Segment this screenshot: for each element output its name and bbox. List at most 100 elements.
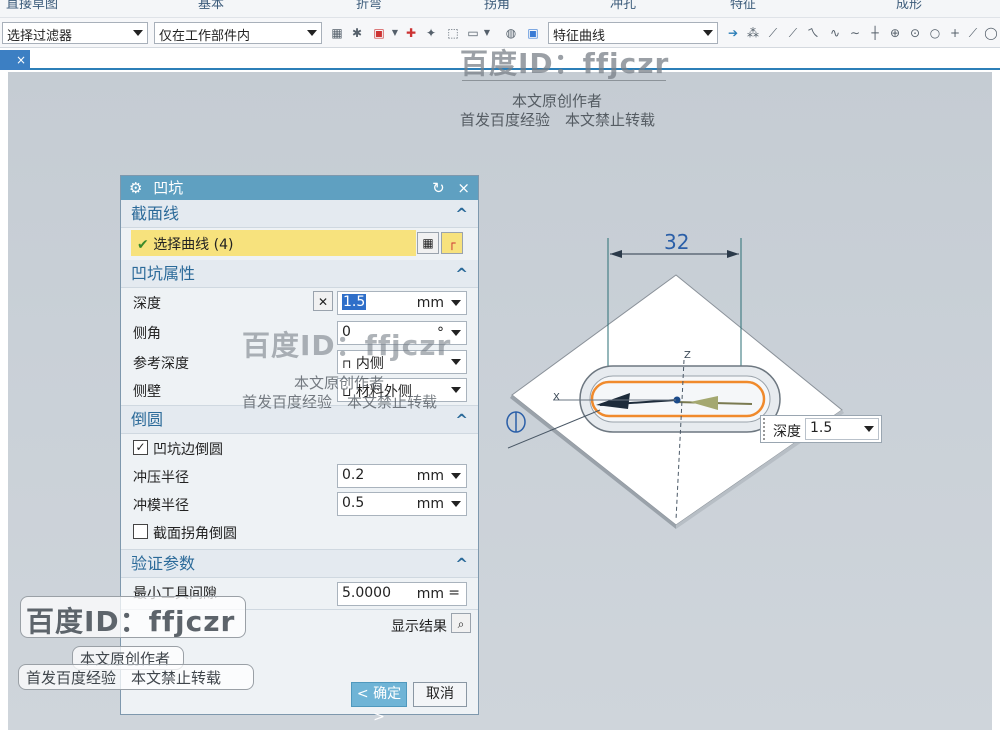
- select-region-icon[interactable]: ⬚: [446, 26, 460, 40]
- min-clearance-unit: mm: [416, 586, 444, 602]
- ribbon-tab-punch[interactable]: 冲孔: [610, 0, 636, 12]
- chevron-down-icon: [307, 30, 317, 36]
- dialog-title: 凹坑: [153, 179, 184, 197]
- show-result-label: 显示结果: [391, 619, 447, 635]
- dialog-title-bar[interactable]: ⚙ 凹坑 ↻ ×: [121, 176, 478, 200]
- spline-icon[interactable]: ∿: [828, 26, 842, 40]
- collapse-icon[interactable]: ^: [455, 200, 468, 228]
- view-cube-icon[interactable]: ◍: [504, 26, 518, 40]
- curve-select-button[interactable]: ┌: [441, 232, 463, 254]
- ok-button[interactable]: < 确定 >: [351, 682, 407, 725]
- ribbon-tab-bend[interactable]: 折弯: [356, 0, 382, 12]
- depth-input[interactable]: 1.5 mm: [337, 291, 467, 315]
- ribbon-tab-forming[interactable]: 成形: [896, 0, 922, 12]
- midpoint-icon[interactable]: ⊕: [888, 26, 902, 40]
- die-radius-unit: mm: [416, 496, 444, 512]
- collapse-icon[interactable]: ^: [455, 406, 468, 434]
- die-radius-input[interactable]: 0.5 mm: [337, 492, 467, 516]
- depth-row: 深度 ✕ 1.5 mm: [121, 288, 478, 318]
- onscreen-depth-field[interactable]: 1.5: [805, 418, 879, 440]
- corner-round-checkbox[interactable]: [133, 524, 148, 539]
- watermark-author: 本文原创作者: [512, 92, 603, 110]
- ribbon-tab-strip: 直接草图 基本 折弯 拐角 冲孔 特征 成形: [0, 0, 1000, 18]
- depth-value: 1.5: [342, 294, 367, 310]
- ribbon-tab-corner[interactable]: 拐角: [484, 0, 510, 12]
- circle-icon[interactable]: ◯: [984, 26, 998, 40]
- close-icon[interactable]: ×: [16, 53, 26, 67]
- ribbon-tab-feature[interactable]: 特征: [730, 0, 756, 12]
- chevron-down-icon[interactable]: [451, 387, 461, 393]
- chevron-down-icon[interactable]: [451, 359, 461, 365]
- punch-radius-input[interactable]: 0.2 mm: [337, 464, 467, 488]
- sketch-icon: ▦: [422, 236, 434, 250]
- show-result-button[interactable]: ⌕: [451, 613, 471, 633]
- onscreen-depth-value: 1.5: [810, 420, 833, 436]
- close-icon[interactable]: ×: [457, 179, 470, 197]
- select-type-icon[interactable]: ▦: [330, 26, 344, 40]
- snap-point-icon[interactable]: ✚: [404, 26, 418, 40]
- ribbon-tab-basic[interactable]: 基本: [198, 0, 224, 12]
- section-header-curve[interactable]: 截面线 ^: [121, 200, 478, 228]
- rectangle-select-icon[interactable]: ▭: [466, 26, 480, 40]
- line-icon[interactable]: ⟋: [766, 26, 780, 40]
- center-icon[interactable]: ⊙: [908, 26, 922, 40]
- watermark-id: 百度ID：ffjczr: [460, 47, 670, 80]
- snap-face-icon[interactable]: ✦: [424, 26, 438, 40]
- side-angle-label: 侧角: [133, 326, 161, 342]
- chevron-down-icon[interactable]: [451, 473, 461, 479]
- ribbon-tab-direct-sketch[interactable]: 直接草图: [6, 0, 58, 12]
- chevron-down-icon[interactable]: [451, 300, 461, 306]
- select-feature-icon[interactable]: ✱: [350, 26, 364, 40]
- reverse-direction-button[interactable]: ✕: [313, 291, 333, 311]
- wave-icon[interactable]: ∼: [848, 26, 862, 40]
- quadrant-icon[interactable]: ○: [928, 26, 942, 40]
- document-tab[interactable]: ×: [0, 50, 30, 70]
- chevron-down-icon[interactable]: ▼: [480, 26, 494, 40]
- show-solid-icon[interactable]: ▣: [526, 26, 540, 40]
- arrow-right-icon[interactable]: ➔: [726, 26, 740, 40]
- collapse-icon[interactable]: ^: [455, 550, 468, 578]
- depth-unit: mm: [416, 295, 444, 311]
- min-clearance-input[interactable]: 5.0000 mm =: [337, 582, 467, 606]
- punch-radius-value: 0.2: [342, 467, 365, 483]
- selection-scope-combo[interactable]: 仅在工作部件内: [154, 22, 322, 44]
- reset-icon[interactable]: ↻: [432, 179, 445, 197]
- min-clearance-value: 5.0000: [342, 585, 391, 601]
- watermark-id: 百度ID：ffjczr: [26, 605, 236, 638]
- select-curve-label: 选择曲线 (4): [153, 237, 234, 253]
- section-header-verify[interactable]: 验证参数 ^: [121, 550, 478, 578]
- section-title: 验证参数: [131, 554, 196, 573]
- line-icon[interactable]: ⟋: [786, 26, 800, 40]
- collapse-icon[interactable]: ^: [455, 260, 468, 288]
- selection-scope-value: 仅在工作部件内: [159, 29, 251, 44]
- select-curve-field[interactable]: ✔ 选择曲线 (4): [131, 230, 416, 256]
- select-body-icon[interactable]: ▣: [372, 26, 386, 40]
- chevron-down-icon[interactable]: [864, 426, 874, 432]
- edge-round-row: ✓ 凹坑边倒圆: [121, 434, 478, 462]
- section-header-properties[interactable]: 凹坑属性 ^: [121, 260, 478, 288]
- selection-filter-value: 选择过滤器: [7, 29, 73, 44]
- chevron-down-icon[interactable]: ▼: [388, 26, 402, 40]
- snap-grid-icon[interactable]: ⁂: [746, 26, 760, 40]
- watermark-notice: 首发百度经验 本文禁止转载: [242, 393, 438, 411]
- gear-icon: ⚙: [129, 179, 143, 197]
- line-icon[interactable]: ⟋: [966, 26, 980, 40]
- curve-icon: ┌: [448, 236, 456, 250]
- die-radius-label: 冲模半径: [133, 498, 189, 514]
- arc-icon[interactable]: ㄟ: [806, 26, 820, 40]
- intersect-icon[interactable]: ┼: [868, 26, 882, 40]
- selection-filter-combo[interactable]: 选择过滤器: [2, 22, 148, 44]
- sketch-section-button[interactable]: ▦: [417, 232, 439, 254]
- edge-round-checkbox[interactable]: ✓: [133, 440, 148, 455]
- equals-icon[interactable]: =: [448, 585, 460, 601]
- cancel-button[interactable]: 取消: [413, 682, 467, 707]
- curve-rule-combo[interactable]: 特征曲线: [548, 22, 718, 44]
- point-icon[interactable]: +: [948, 26, 962, 40]
- drag-grip-icon[interactable]: [763, 418, 769, 440]
- onscreen-depth-input[interactable]: 深度 1.5: [760, 415, 882, 443]
- punch-radius-label: 冲压半径: [133, 470, 189, 486]
- corner-round-row: 截面拐角倒圆: [121, 518, 478, 550]
- chevron-down-icon[interactable]: [451, 330, 461, 336]
- watermark-rule: [462, 80, 666, 81]
- chevron-down-icon[interactable]: [451, 501, 461, 507]
